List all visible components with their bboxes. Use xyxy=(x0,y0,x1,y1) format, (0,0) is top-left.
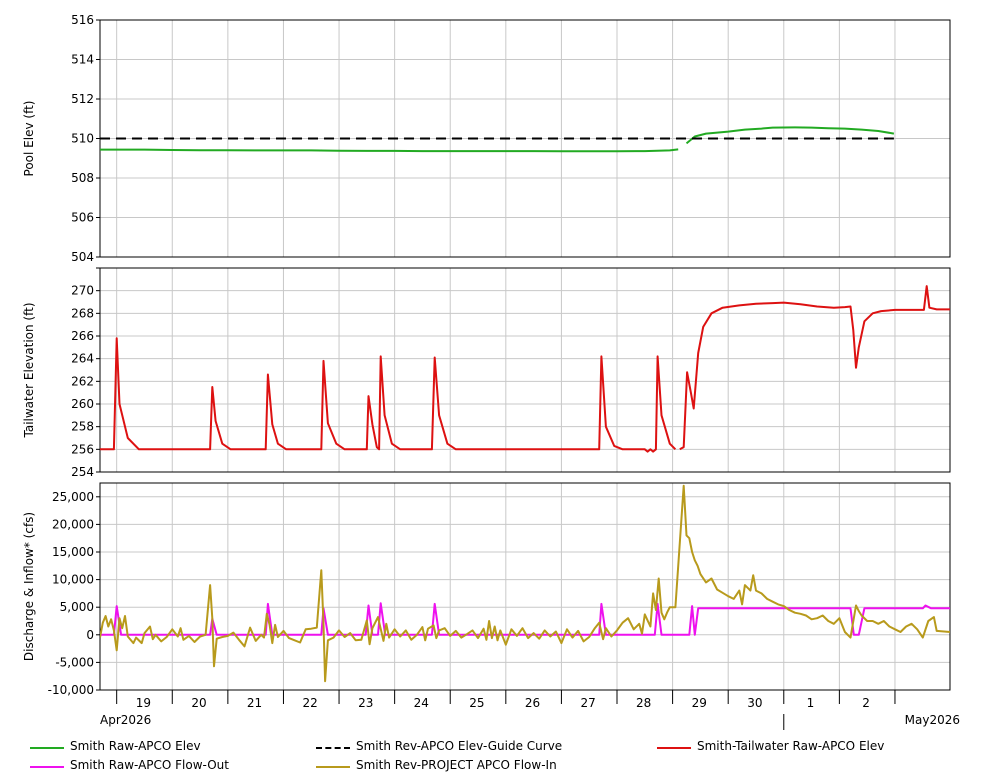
y-tick-label: 514 xyxy=(71,53,94,67)
y-tick-label: -10,000 xyxy=(48,683,94,697)
y-tick-label: 504 xyxy=(71,250,94,264)
x-tick-label: 28 xyxy=(636,696,651,710)
panel-1: 504 506 508 510 512 514 516 Pool Elev (ft) xyxy=(22,13,951,264)
x-tick-label: 20 xyxy=(191,696,206,710)
y-tick-label: 20,000 xyxy=(52,517,94,531)
legend-label: Smith Rev-PROJECT APCO Flow-In xyxy=(356,758,557,772)
x-tick-label: 26 xyxy=(525,696,540,710)
y-tick-label: 506 xyxy=(71,211,94,225)
x-tick-label: 24 xyxy=(414,696,429,710)
series-line-smith-tailwater-raw-apco-elev xyxy=(100,337,677,453)
y-axis-label: Discharge & Inflow* (cfs) xyxy=(22,512,36,661)
y-tick-label: 260 xyxy=(71,397,94,411)
x-group-label-may: May2026 xyxy=(905,713,960,727)
y-tick-label: 254 xyxy=(71,465,94,479)
y-tick-label: 508 xyxy=(71,171,94,185)
y-tick-label: 25,000 xyxy=(52,490,94,504)
legend-swatch-magenta xyxy=(30,766,64,768)
y-tick-label: 256 xyxy=(71,442,94,456)
legend-swatch-red xyxy=(657,747,691,749)
y-tick-label: 510 xyxy=(71,132,94,146)
legend-swatch-olive xyxy=(316,766,350,768)
x-tick-label: 1 xyxy=(807,696,815,710)
x-tick-label: 22 xyxy=(302,696,317,710)
y-tick-label: 516 xyxy=(71,13,94,27)
y-tick-label: 512 xyxy=(71,92,94,106)
y-tick-label: 270 xyxy=(71,284,94,298)
series-line-smith-tailwater-raw-apco-elev xyxy=(679,285,950,451)
x-tick-label: 23 xyxy=(358,696,373,710)
y-tick-label: 268 xyxy=(71,306,94,320)
y-axis-label: Pool Elev (ft) xyxy=(22,101,36,177)
y-tick-label: 266 xyxy=(71,329,94,343)
y-tick-label: 15,000 xyxy=(52,545,94,559)
hydro-chart: 504506508510512514516Pool Elev (ft)25425… xyxy=(22,13,960,730)
legend-label: Smith-Tailwater Raw-APCO Elev xyxy=(697,739,885,753)
x-tick-label: 2 xyxy=(862,696,870,710)
x-tick-label: 21 xyxy=(247,696,262,710)
y-tick-label: 5,000 xyxy=(60,600,94,614)
x-tick-label: 19 xyxy=(136,696,151,710)
legend-label: Smith Raw-APCO Elev xyxy=(70,739,201,753)
y-axis-label: Tailwater Elevation (ft) xyxy=(22,302,36,438)
y-tick-label: 262 xyxy=(71,374,94,388)
y-tick-label: 0 xyxy=(86,628,94,642)
chart-legend: Smith Raw-APCO Elev Smith Rev-APCO Elev-… xyxy=(0,736,1001,780)
legend-swatch-green xyxy=(30,747,64,749)
x-tick-label: 30 xyxy=(747,696,762,710)
y-tick-label: 258 xyxy=(71,420,94,434)
panel-3: -10,000 -5,000 0 5,000 10,000 15,000 20,000 25,… xyxy=(22,482,960,730)
legend-label: Smith Raw-APCO Flow-Out xyxy=(70,758,229,772)
y-tick-label: 264 xyxy=(71,352,94,366)
x-group-label-april: Apr2026 xyxy=(100,713,151,727)
legend-label: Smith Rev-APCO Elev-Guide Curve xyxy=(356,739,563,753)
x-tick-label: 27 xyxy=(580,696,595,710)
series-line-smith-raw-apco-elev xyxy=(100,148,679,153)
x-tick-label: 25 xyxy=(469,696,484,710)
legend-swatch-dashed-black xyxy=(316,747,350,749)
y-tick-label: 10,000 xyxy=(52,573,94,587)
series-line-smith-raw-apco-elev xyxy=(685,126,895,145)
panel-2: 254 256 258 260 262 264 266 268 270 Tailwater Ele… xyxy=(22,267,951,479)
x-tick-label: 29 xyxy=(692,696,707,710)
y-tick-label: -5,000 xyxy=(55,655,94,669)
